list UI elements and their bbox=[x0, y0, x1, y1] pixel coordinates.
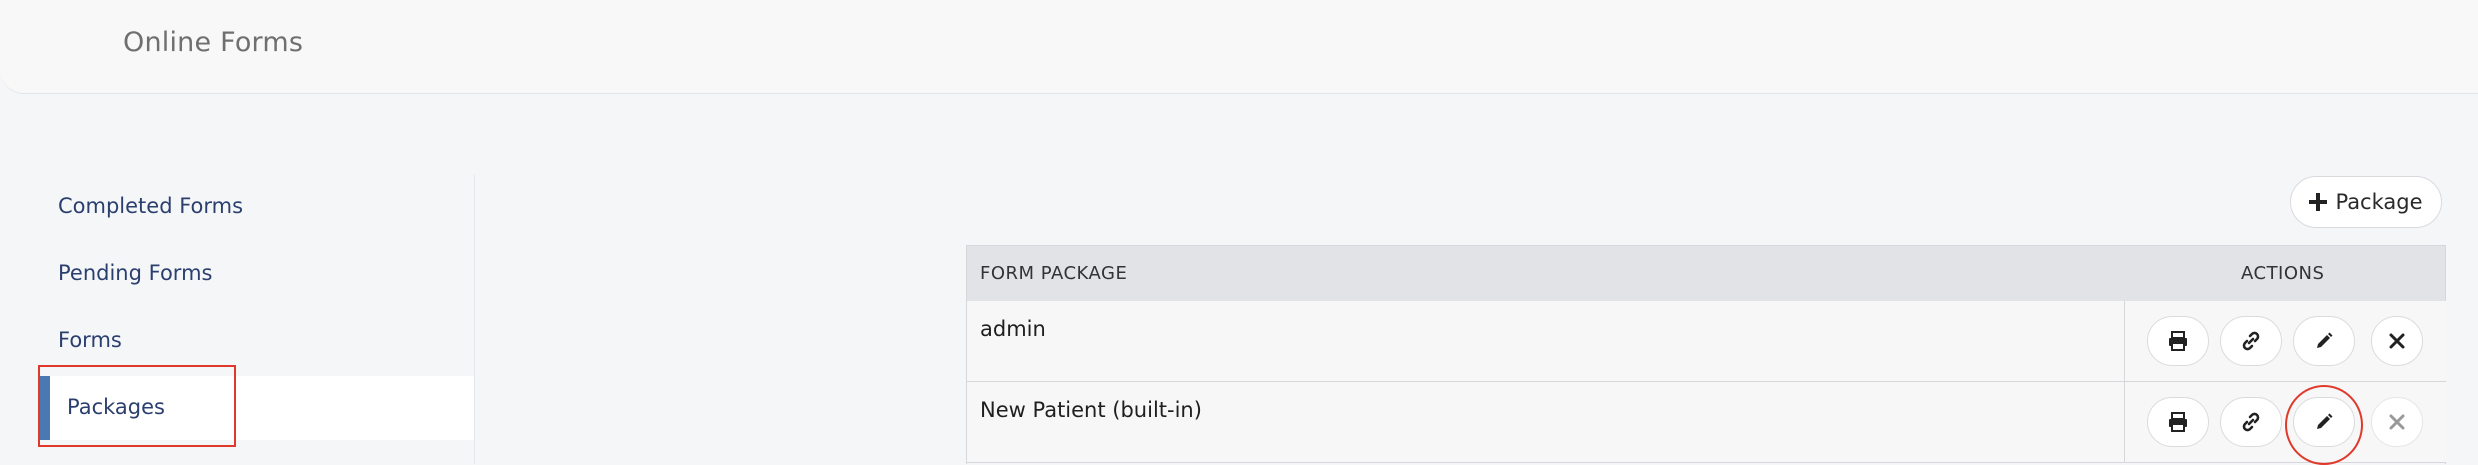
table-row: admin bbox=[967, 301, 2446, 382]
edit-button[interactable] bbox=[2293, 316, 2355, 366]
sidebar-item-forms[interactable]: Forms bbox=[58, 328, 122, 352]
actions-cell bbox=[2124, 382, 2446, 462]
edit-button[interactable] bbox=[2293, 397, 2355, 447]
package-name: New Patient (built-in) bbox=[980, 398, 1202, 422]
sidebar-item-completed-forms[interactable]: Completed Forms bbox=[58, 194, 243, 218]
delete-button[interactable] bbox=[2371, 397, 2423, 447]
package-name: admin bbox=[980, 317, 1046, 341]
column-header-actions: ACTIONS bbox=[2241, 263, 2325, 284]
sidebar-item-pending-forms[interactable]: Pending Forms bbox=[58, 261, 212, 285]
page-header: Online Forms bbox=[0, 0, 2478, 94]
actions-cell bbox=[2124, 301, 2446, 381]
copy-link-button[interactable] bbox=[2220, 397, 2282, 447]
table-header: FORM PACKAGE ACTIONS bbox=[967, 245, 2445, 303]
copy-link-button[interactable] bbox=[2220, 316, 2282, 366]
close-icon bbox=[2389, 333, 2405, 349]
column-header-form-package: FORM PACKAGE bbox=[980, 263, 1128, 284]
sidebar-item-label: Packages bbox=[67, 395, 165, 419]
pencil-icon bbox=[2317, 332, 2333, 348]
plus-icon bbox=[2309, 193, 2328, 211]
link-icon bbox=[2242, 331, 2260, 351]
add-package-label: Package bbox=[2335, 190, 2423, 214]
close-icon bbox=[2389, 414, 2405, 430]
print-button[interactable] bbox=[2147, 316, 2209, 366]
link-icon bbox=[2242, 412, 2260, 432]
print-button[interactable] bbox=[2147, 397, 2209, 447]
pencil-icon bbox=[2317, 413, 2333, 429]
page-title: Online Forms bbox=[123, 27, 304, 58]
table-row: New Patient (built-in) bbox=[967, 382, 2446, 463]
print-icon bbox=[2169, 412, 2187, 432]
sidebar-item-packages[interactable]: Packages bbox=[40, 376, 474, 440]
add-package-button[interactable]: Package bbox=[2290, 176, 2442, 228]
active-indicator bbox=[40, 376, 50, 440]
print-icon bbox=[2169, 331, 2187, 351]
packages-table: FORM PACKAGE ACTIONS admin New Patient (… bbox=[966, 245, 2446, 465]
delete-button[interactable] bbox=[2371, 316, 2423, 366]
